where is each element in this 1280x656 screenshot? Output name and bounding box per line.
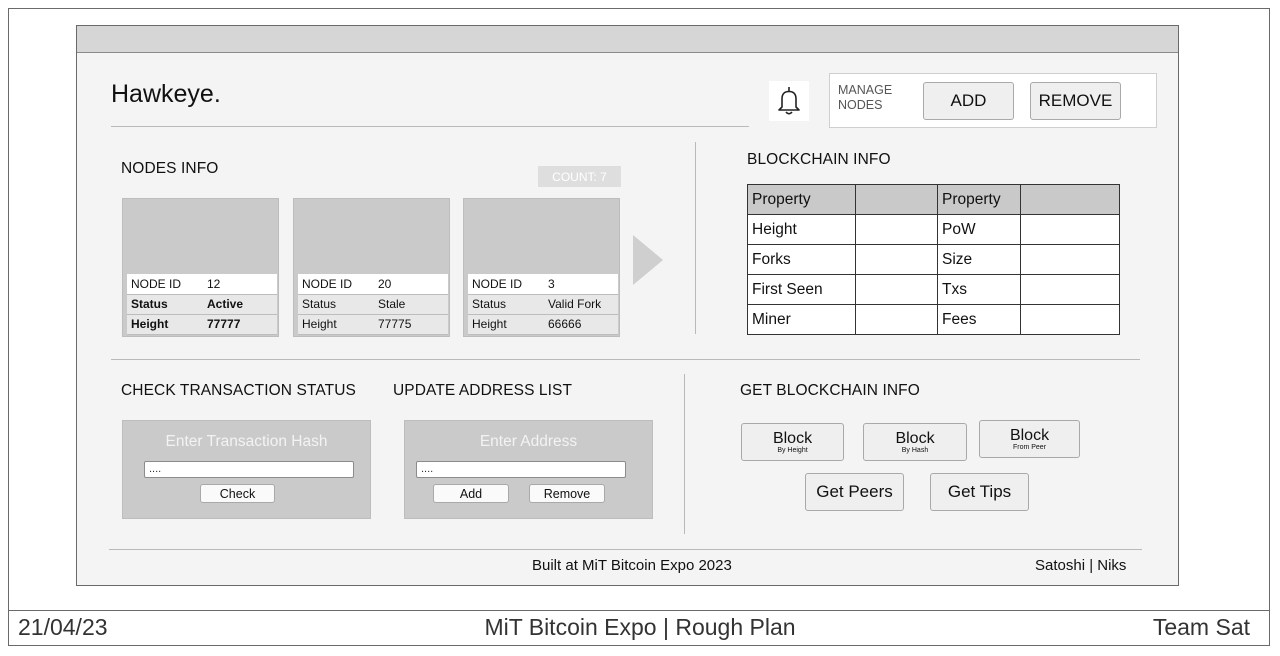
sheet-team: Team Sat (1152, 614, 1250, 640)
remove-address-button[interactable]: Remove (529, 484, 605, 503)
node-status-label: Status (127, 294, 203, 315)
table-cell: Fees (937, 304, 1021, 335)
node-status-label: Status (468, 294, 544, 315)
table-cell (1020, 274, 1120, 305)
credits-text: Satoshi | Niks (1035, 557, 1127, 574)
update-address-title: UPDATE ADDRESS LIST (393, 382, 573, 399)
sheet-footer-divider (8, 610, 1270, 611)
block-from-peer-button[interactable]: Block From Peer (979, 420, 1080, 458)
table-cell: Size (937, 244, 1021, 275)
app-window: Hawkeye. MANAGE NODES ADD REMOVE NODES I… (76, 25, 1179, 586)
table-header-cell: Property (937, 184, 1021, 215)
built-at-text: Built at MiT Bitcoin Expo 2023 (532, 557, 732, 574)
check-tx-panel: Enter Transaction Hash .... Check (122, 420, 371, 519)
block-from-peer-label: Block (1009, 426, 1050, 444)
node-details-table: NODE ID 12 Status Active Height 77777 (127, 274, 277, 335)
table-cell (855, 244, 938, 275)
table-row: Miner Fees (747, 304, 1120, 335)
table-header-cell (855, 184, 938, 215)
table-header-row: Property Property (747, 184, 1120, 215)
manage-nodes-panel: MANAGE NODES ADD REMOVE (829, 73, 1157, 128)
address-input[interactable]: .... (416, 461, 626, 478)
table-cell: Miner (747, 304, 856, 335)
header-divider (111, 126, 749, 127)
get-blockchain-info-title: GET BLOCKCHAIN INFO (740, 382, 920, 399)
add-address-button[interactable]: Add (433, 484, 509, 503)
middle-divider (111, 359, 1140, 360)
notifications-button[interactable] (769, 81, 809, 121)
table-cell (1020, 214, 1120, 245)
table-row: Forks Size (747, 244, 1120, 275)
node-height-value: 77775 (374, 314, 448, 335)
block-by-height-sublabel: By Height (777, 446, 808, 454)
node-height-value: 66666 (544, 314, 618, 335)
check-button[interactable]: Check (200, 484, 275, 503)
node-status-value: Stale (374, 294, 448, 315)
node-id-label: NODE ID (127, 274, 203, 295)
block-by-hash-button[interactable]: Block By Hash (863, 423, 967, 461)
table-cell: Forks (747, 244, 856, 275)
block-by-height-button[interactable]: Block By Height (741, 423, 844, 461)
node-status-label: Status (298, 294, 374, 315)
node-height-label: Height (127, 314, 203, 335)
brand-logo-text: Hawkeye. (111, 80, 221, 108)
footer-divider (109, 549, 1142, 550)
table-cell (855, 304, 938, 335)
window-title-bar (77, 26, 1178, 53)
table-row: Height PoW (747, 214, 1120, 245)
node-status-value: Valid Fork (544, 294, 618, 315)
blockchain-info-title: BLOCKCHAIN INFO (747, 151, 891, 168)
block-by-height-label: Block (772, 429, 813, 447)
table-cell: Height (747, 214, 856, 245)
node-id-value: 20 (374, 274, 448, 295)
next-nodes-arrow-icon[interactable] (633, 235, 663, 285)
table-cell (855, 214, 938, 245)
node-status-value: Active (203, 294, 277, 315)
table-cell (1020, 244, 1120, 275)
node-height-label: Height (468, 314, 544, 335)
node-id-label: NODE ID (298, 274, 374, 295)
blockchain-info-table: Property Property Height PoW Forks Size … (747, 184, 1120, 335)
address-placeholder: Enter Address (479, 433, 578, 450)
get-peers-button[interactable]: Get Peers (805, 473, 904, 511)
node-card[interactable]: NODE ID 3 Status Valid Fork Height 66666 (463, 198, 620, 337)
table-row: First Seen Txs (747, 274, 1120, 305)
update-address-panel: Enter Address .... Add Remove (404, 420, 653, 519)
bell-icon (778, 87, 800, 115)
node-id-value: 3 (544, 274, 618, 295)
add-node-button[interactable]: ADD (923, 82, 1014, 120)
block-by-hash-sublabel: By Hash (901, 446, 929, 454)
table-cell: Txs (937, 274, 1021, 305)
sheet-title: MiT Bitcoin Expo | Rough Plan (484, 614, 796, 640)
remove-node-button[interactable]: REMOVE (1030, 82, 1121, 120)
node-id-value: 12 (203, 274, 277, 295)
check-tx-title: CHECK TRANSACTION STATUS (121, 382, 356, 399)
table-header-cell (1020, 184, 1120, 215)
tx-hash-input[interactable]: .... (144, 461, 354, 478)
node-count-badge: COUNT: 7 (538, 166, 621, 187)
nodes-info-title: NODES INFO (121, 160, 219, 177)
section-divider (684, 374, 685, 534)
section-divider (695, 142, 696, 334)
node-details-table: NODE ID 20 Status Stale Height 77775 (298, 274, 448, 335)
node-height-label: Height (298, 314, 374, 335)
get-tips-button[interactable]: Get Tips (930, 473, 1029, 511)
node-card[interactable]: NODE ID 20 Status Stale Height 77775 (293, 198, 450, 337)
node-details-table: NODE ID 3 Status Valid Fork Height 66666 (468, 274, 618, 335)
table-header-cell: Property (747, 184, 856, 215)
tx-hash-placeholder: Enter Transaction Hash (165, 433, 328, 450)
table-cell (855, 274, 938, 305)
node-height-value: 77777 (203, 314, 277, 335)
node-id-label: NODE ID (468, 274, 544, 295)
table-cell: First Seen (747, 274, 856, 305)
node-card[interactable]: NODE ID 12 Status Active Height 77777 (122, 198, 279, 337)
table-cell (1020, 304, 1120, 335)
block-by-hash-label: Block (895, 429, 935, 447)
table-cell: PoW (937, 214, 1021, 245)
manage-nodes-label: MANAGE NODES (838, 83, 893, 112)
block-from-peer-sublabel: From Peer (1012, 443, 1047, 451)
